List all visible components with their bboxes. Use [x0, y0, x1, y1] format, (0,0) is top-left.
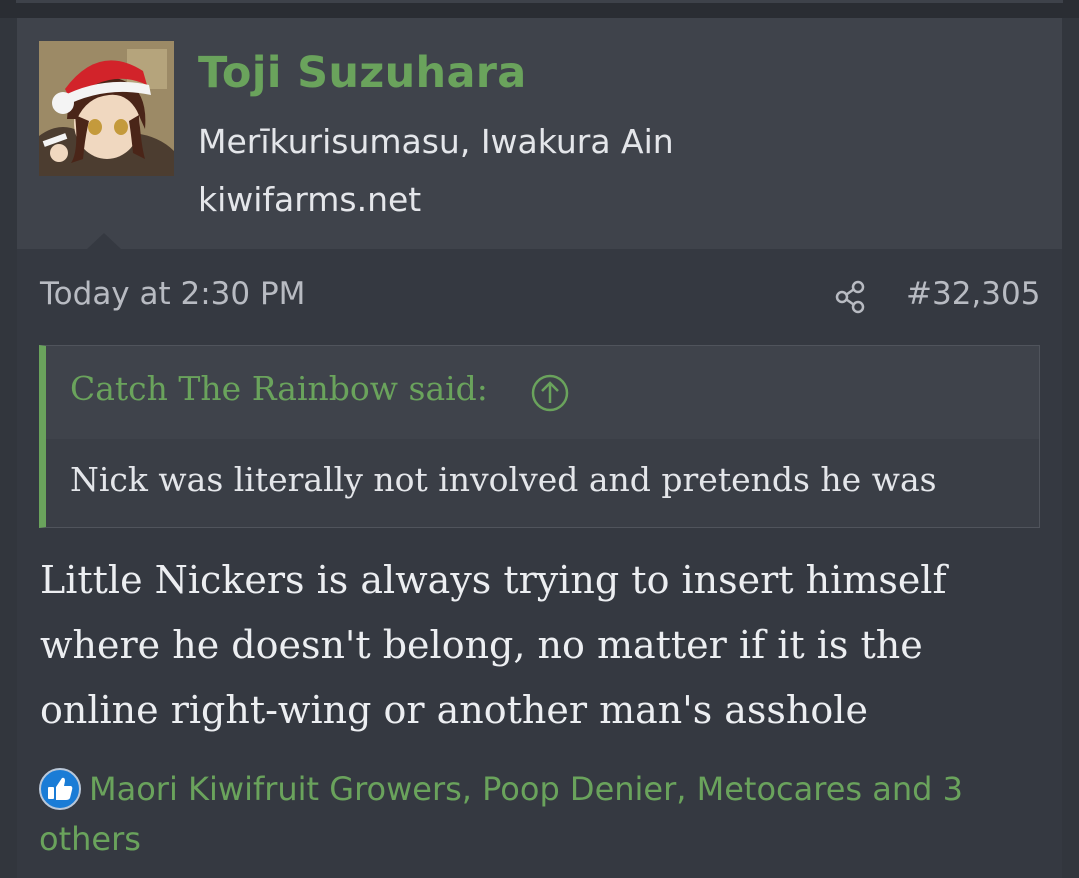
reactions-bar[interactable]: Maori Kiwifruit Growers, Poop Denier, Me… — [39, 764, 1039, 864]
post-date[interactable]: Today at 2:30 PM — [40, 276, 305, 312]
quote-block: Catch The Rainbow said: Nick was literal… — [39, 345, 1040, 528]
quote-author[interactable]: Catch The Rainbow said: — [70, 369, 488, 408]
user-site: kiwifarms.net — [198, 180, 422, 219]
message-line: where he doesn't belong, no matter if it… — [40, 623, 923, 667]
quote-header: Catch The Rainbow said: — [46, 346, 1039, 439]
user-title: Merīkurisumasu, Iwakura Ain — [198, 122, 674, 161]
quote-text: Nick was literally not involved and pret… — [70, 460, 937, 499]
avatar-icon — [39, 41, 174, 176]
share-icon[interactable] — [833, 279, 869, 315]
reactions-text[interactable]: Maori Kiwifruit Growers, Poop Denier, Me… — [39, 770, 963, 858]
header-pointer — [87, 233, 121, 249]
post-number[interactable]: #32,305 — [906, 276, 1040, 312]
message-line: Little Nickers is always trying to inser… — [40, 558, 947, 602]
username[interactable]: Toji Suzuhara — [198, 48, 527, 98]
post-container: Toji Suzuhara Merīkurisumasu, Iwakura Ai… — [17, 18, 1062, 878]
message-line: online right-wing or another man's assho… — [40, 688, 868, 732]
like-icon — [39, 768, 81, 810]
top-strip-edge — [16, 0, 1063, 3]
avatar[interactable] — [39, 41, 174, 176]
top-strip — [0, 0, 1079, 18]
user-header: Toji Suzuhara Merīkurisumasu, Iwakura Ai… — [17, 18, 1062, 249]
arrow-up-circle-icon[interactable] — [530, 373, 570, 413]
post-message: Little Nickers is always trying to inser… — [40, 548, 1040, 743]
